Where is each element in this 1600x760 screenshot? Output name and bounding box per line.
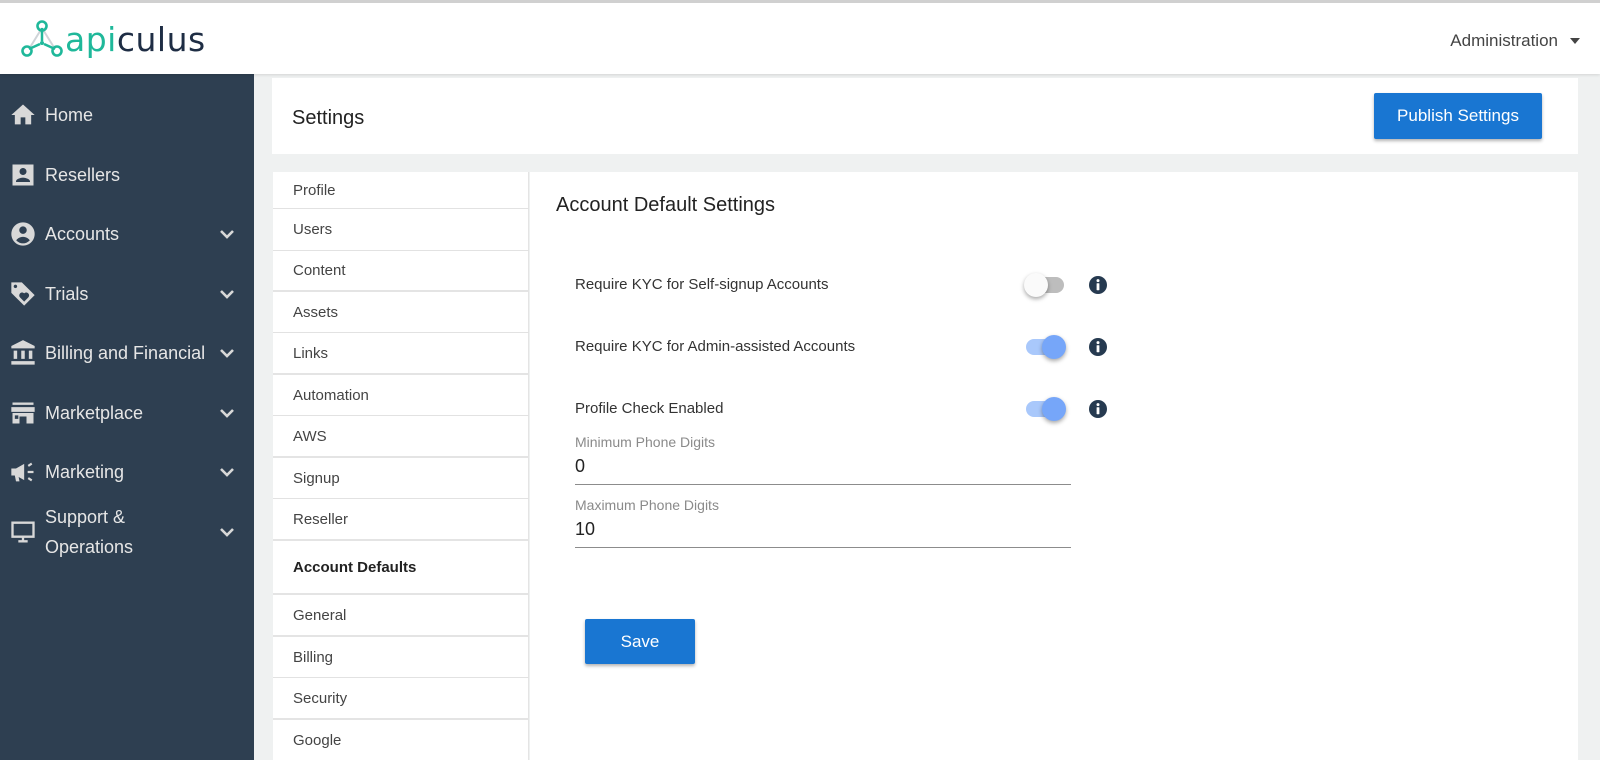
settings-nav-links[interactable]: Links (273, 333, 529, 375)
logo-wordmark: apiculus (65, 23, 206, 56)
sidebar-item-label: Accounts (45, 224, 120, 244)
sidebar-item-accounts[interactable]: Accounts (0, 219, 254, 249)
settings-nav-general[interactable]: General (273, 595, 529, 637)
logo-wordmark-api: api (65, 19, 117, 59)
settings-nav-reseller[interactable]: Reseller (273, 499, 529, 541)
section-title: Account Default Settings (556, 194, 776, 216)
min-phone-digits-label: Minimum Phone Digits (575, 434, 716, 450)
settings-nav-users[interactable]: Users (273, 209, 529, 251)
info-icon[interactable] (1088, 337, 1108, 357)
page-title: Settings (292, 107, 365, 129)
settings-nav-automation[interactable]: Automation (273, 375, 529, 416)
sidebar-item-label: Billing and Financial (45, 343, 206, 363)
max-phone-digits-input[interactable] (575, 513, 1071, 548)
profile-check-label: Profile Check Enabled (575, 400, 724, 417)
min-phone-digits-field: Minimum Phone Digits (575, 434, 1071, 485)
sidebar-item-label: Home (45, 105, 94, 125)
settings-nav: Profile Users Content Assets Links Autom… (273, 172, 529, 760)
kyc-admin-assisted-toggle[interactable] (1024, 334, 1066, 360)
sidebar-item-label: Marketing (45, 462, 125, 482)
settings-nav-content[interactable]: Content (273, 251, 529, 292)
administration-menu[interactable]: Administration (1450, 31, 1580, 51)
chevron-down-icon[interactable] (218, 404, 236, 422)
settings-nav-profile[interactable]: Profile (273, 172, 529, 209)
monitor-icon (9, 518, 37, 546)
settings-nav-security[interactable]: Security (273, 678, 529, 720)
settings-header: Settings Publish Settings (272, 78, 1578, 154)
max-phone-digits-field: Maximum Phone Digits (575, 497, 1071, 548)
sidebar-item-label: Resellers (45, 165, 121, 185)
sidebar: Home Resellers Accounts Trials Billing a… (0, 74, 254, 760)
chevron-down-icon[interactable] (218, 344, 236, 362)
toggle-thumb (1024, 273, 1048, 297)
publish-settings-button[interactable]: Publish Settings (1374, 93, 1542, 139)
caret-down-icon (1570, 38, 1580, 44)
sidebar-item-resellers[interactable]: Resellers (0, 160, 254, 190)
kyc-admin-assisted-label: Require KYC for Admin-assisted Accounts (575, 338, 856, 355)
store-icon (9, 399, 37, 427)
settings-nav-account-defaults[interactable]: Account Defaults (273, 541, 529, 595)
settings-nav-signup[interactable]: Signup (273, 458, 529, 499)
sidebar-item-marketplace[interactable]: Marketplace (0, 398, 254, 428)
bank-icon (9, 339, 37, 367)
top-bar: apiculus Administration (0, 0, 1600, 74)
sidebar-item-label-line2: Operations (45, 537, 134, 557)
chevron-down-icon[interactable] (218, 285, 236, 303)
info-icon[interactable] (1088, 399, 1108, 419)
chevron-down-icon[interactable] (218, 225, 236, 243)
settings-nav-billing[interactable]: Billing (273, 637, 529, 678)
info-icon[interactable] (1088, 275, 1108, 295)
chevron-down-icon[interactable] (218, 463, 236, 481)
toggle-thumb (1042, 397, 1066, 421)
sidebar-item-label-line1: Support & (45, 507, 126, 527)
kyc-self-signup-toggle[interactable] (1024, 272, 1066, 298)
tag-heart-icon (9, 280, 37, 308)
settings-nav-assets[interactable]: Assets (273, 292, 529, 333)
sidebar-item-home[interactable]: Home (0, 100, 254, 130)
sidebar-item-label: Trials (45, 284, 89, 304)
settings-nav-aws[interactable]: AWS (273, 416, 529, 458)
settings-nav-google[interactable]: Google (273, 720, 529, 760)
sidebar-item-support-operations[interactable]: Support & Operations (0, 502, 254, 562)
sidebar-item-billing-and-financial[interactable]: Billing and Financial (0, 338, 254, 368)
kyc-self-signup-label: Require KYC for Self-signup Accounts (575, 276, 829, 293)
sidebar-item-label: Marketplace (45, 403, 144, 423)
sidebar-item-label: Support & Operations (45, 502, 133, 562)
save-button[interactable]: Save (585, 619, 695, 664)
home-icon (9, 101, 37, 129)
toggle-thumb (1042, 335, 1066, 359)
contact-card-icon (9, 161, 37, 189)
administration-menu-label: Administration (1450, 31, 1558, 50)
min-phone-digits-input[interactable] (575, 450, 1071, 485)
account-default-settings-panel: Account Default Settings Require KYC for… (530, 172, 1578, 760)
profile-check-toggle[interactable] (1024, 396, 1066, 422)
max-phone-digits-label: Maximum Phone Digits (575, 497, 719, 513)
chevron-down-icon[interactable] (218, 523, 236, 541)
logo-wordmark-rest: culus (116, 19, 206, 59)
sidebar-item-trials[interactable]: Trials (0, 279, 254, 309)
account-circle-icon (9, 220, 37, 248)
megaphone-icon (9, 458, 37, 486)
logo-network-icon (21, 20, 63, 57)
apiculus-logo[interactable]: apiculus (20, 17, 206, 61)
sidebar-item-marketing[interactable]: Marketing (0, 457, 254, 487)
